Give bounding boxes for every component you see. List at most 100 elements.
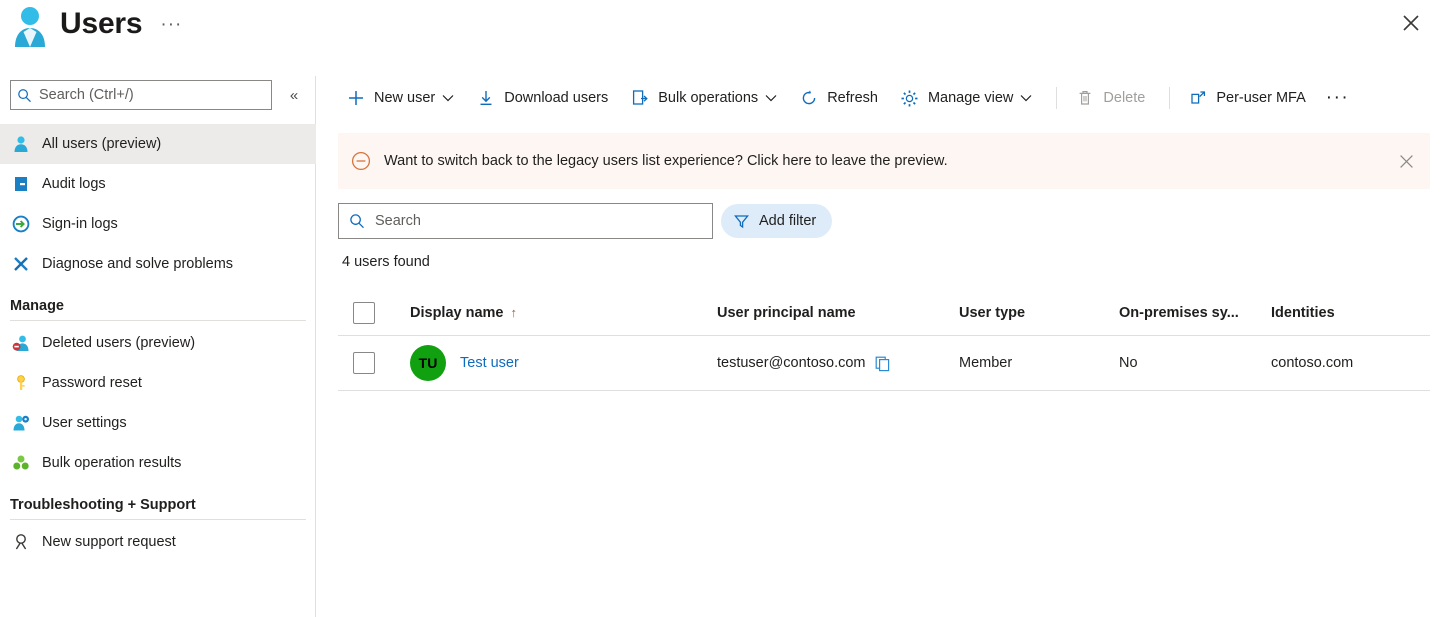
sidebar-item-label: New support request (42, 534, 176, 550)
page-title: Users (60, 7, 143, 40)
refresh-icon (799, 88, 819, 108)
column-header-on-premises[interactable]: On-premises sy... (1119, 305, 1271, 321)
results-count: 4 users found (342, 254, 430, 270)
refresh-button[interactable]: Refresh (791, 82, 886, 114)
upn-text: testuser@contoso.com (717, 355, 866, 371)
sidebar-item-user-settings[interactable]: User settings (0, 403, 316, 443)
toolbar-divider (1169, 87, 1171, 109)
select-all-checkbox[interactable] (353, 301, 375, 324)
sidebar-search-row: Search (Ctrl+/) « (10, 80, 306, 110)
sidebar-item-label: Diagnose and solve problems (42, 256, 234, 272)
users-table: Display name ↑ User principal name User … (338, 290, 1430, 391)
main-content: New user Download users Bulk operations … (316, 62, 1452, 617)
user-settings-icon (10, 412, 32, 434)
sidebar-group-title: Troubleshooting + Support (10, 497, 196, 513)
column-label: Identities (1271, 304, 1335, 321)
cell-identities: contoso.com (1271, 355, 1354, 371)
key-icon (10, 372, 32, 394)
sidebar-item-bulk-operation-results[interactable]: Bulk operation results (0, 443, 316, 483)
cell-user-type: Member (959, 355, 1013, 371)
user-name-link[interactable]: Test user (460, 355, 519, 371)
sidebar-item-password-reset[interactable]: Password reset (0, 363, 316, 403)
wrench-cross-icon (10, 253, 32, 275)
sidebar-item-diagnose[interactable]: Diagnose and solve problems (0, 244, 316, 284)
chevron-down-icon (442, 94, 454, 102)
gear-icon (900, 88, 920, 108)
minus-circle-icon (350, 150, 372, 172)
table-header-row: Display name ↑ User principal name User … (338, 290, 1430, 336)
toolbar-label: Per-user MFA (1216, 90, 1306, 106)
sidebar-collapse-button[interactable]: « (284, 87, 304, 104)
page-title-more-button[interactable]: ··· (160, 4, 182, 46)
sidebar-item-label: Bulk operation results (42, 455, 182, 471)
sidebar-item-deleted-users[interactable]: Deleted users (preview) (0, 323, 316, 363)
user-icon (10, 133, 32, 155)
column-label: Display name (410, 304, 504, 321)
search-icon (18, 88, 31, 102)
chevron-down-icon (765, 94, 777, 102)
column-header-user-type[interactable]: User type (959, 305, 1119, 321)
bulk-results-icon (10, 452, 32, 474)
toolbar-label: New user (374, 90, 436, 106)
row-checkbox[interactable] (353, 352, 375, 374)
user-app-icon (10, 4, 50, 48)
column-header-identities[interactable]: Identities (1271, 305, 1430, 321)
sidebar-item-sign-in-logs[interactable]: Sign-in logs (0, 204, 316, 244)
copy-icon[interactable] (874, 355, 891, 372)
banner-close-button[interactable] (1396, 151, 1416, 171)
deleted-user-icon (10, 332, 32, 354)
sign-in-icon (10, 213, 32, 235)
search-icon (350, 214, 364, 229)
sidebar: Search (Ctrl+/) « All users (preview) Au… (0, 76, 316, 617)
select-all-cell (338, 301, 410, 324)
sidebar-group-manage: Manage Deleted users (preview) Password … (0, 298, 316, 483)
sort-ascending-icon: ↑ (510, 305, 518, 320)
manage-view-button[interactable]: Manage view (892, 82, 1040, 114)
sidebar-search-placeholder: Search (Ctrl+/) (39, 87, 134, 103)
divider (10, 320, 306, 321)
sidebar-item-label: Sign-in logs (42, 216, 118, 232)
close-button[interactable] (1398, 10, 1424, 36)
search-input[interactable]: Search (338, 203, 713, 239)
download-users-button[interactable]: Download users (468, 82, 616, 114)
divider (10, 519, 306, 520)
column-header-upn[interactable]: User principal name (717, 305, 959, 321)
add-filter-button[interactable]: Add filter (721, 204, 833, 238)
column-label: User type (959, 304, 1026, 321)
sidebar-item-all-users[interactable]: All users (preview) (0, 124, 316, 164)
per-user-mfa-button[interactable]: Per-user MFA (1180, 82, 1313, 114)
cell-upn: testuser@contoso.com (717, 355, 959, 372)
banner-message[interactable]: Want to switch back to the legacy users … (384, 153, 948, 169)
sidebar-item-audit-logs[interactable]: Audit logs (0, 164, 316, 204)
sidebar-group-title: Manage (10, 298, 64, 314)
sidebar-item-new-support-request[interactable]: New support request (0, 522, 316, 562)
toolbar-more-button[interactable]: ··· (1320, 88, 1355, 107)
cell-display-name: TU Test user (410, 345, 717, 381)
trash-icon (1075, 88, 1095, 108)
close-icon (1403, 15, 1419, 31)
users-page: Users ··· Search (Ctrl+/) « All users (p… (0, 0, 1452, 617)
delete-button[interactable]: Delete (1067, 82, 1153, 114)
bulk-operations-icon (630, 88, 650, 108)
chevron-down-icon (1020, 94, 1032, 102)
toolbar-label: Delete (1103, 90, 1146, 106)
page-header: Users ··· (0, 0, 1452, 62)
sidebar-item-label: Deleted users (preview) (42, 335, 196, 351)
add-filter-label: Add filter (759, 213, 817, 229)
download-icon (476, 88, 496, 108)
table-row[interactable]: TU Test user testuser@contoso.com Member… (338, 336, 1430, 391)
new-user-button[interactable]: New user (338, 82, 462, 114)
row-select-cell (338, 352, 410, 374)
external-link-icon (1188, 88, 1208, 108)
filter-row: Search Add filter (338, 203, 833, 239)
title-block: Users ··· (10, 4, 182, 48)
bulk-operations-button[interactable]: Bulk operations (622, 82, 785, 114)
avatar: TU (410, 345, 446, 381)
toolbar-label: Refresh (827, 90, 878, 106)
cell-on-premises: No (1119, 355, 1138, 371)
column-header-display-name[interactable]: Display name ↑ (410, 305, 717, 321)
sidebar-search-input[interactable]: Search (Ctrl+/) (10, 80, 272, 110)
plus-icon (346, 88, 366, 108)
sidebar-item-label: Password reset (42, 375, 142, 391)
sidebar-group-troubleshooting: Troubleshooting + Support New support re… (0, 497, 316, 562)
